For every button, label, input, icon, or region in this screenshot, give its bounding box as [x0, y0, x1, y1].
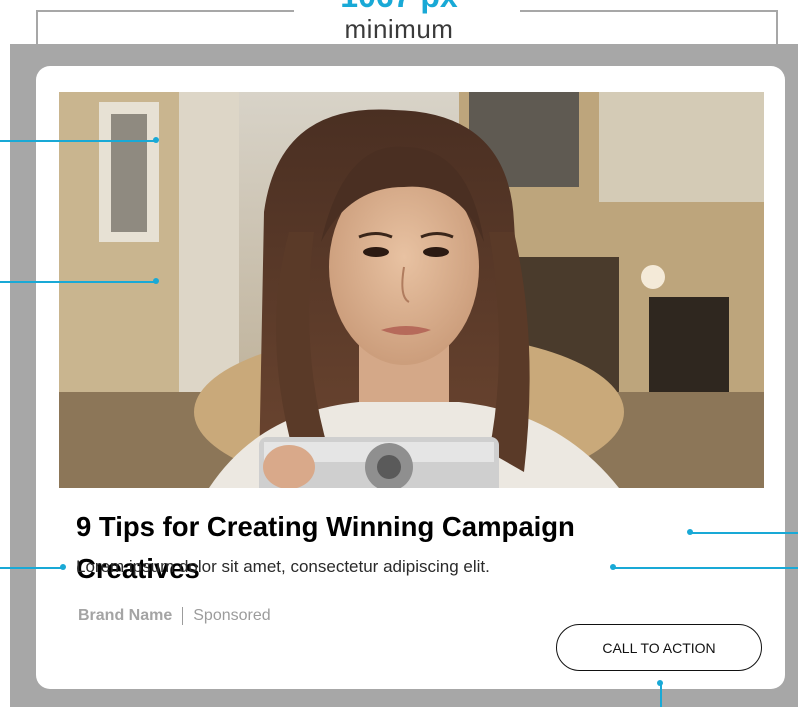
callout-line-image-middle [0, 281, 157, 283]
callout-line-cta [660, 683, 662, 707]
callout-line-image-top [0, 140, 157, 142]
callout-dot-cta [657, 680, 663, 686]
photo-illustration [59, 92, 764, 488]
width-label: 1067 px [0, 0, 798, 15]
sponsored-label: Sponsored [193, 607, 271, 624]
brand-separator [182, 607, 184, 625]
callout-line-headline [690, 532, 798, 534]
call-to-action-button[interactable]: CALL TO ACTION [556, 624, 762, 671]
callout-line-description-right [613, 567, 798, 569]
ad-description: Lorem ipsum dolor sit amet, consectetur … [76, 557, 490, 576]
callout-dot-image-middle [153, 278, 159, 284]
brand-name[interactable]: Brand Name [78, 607, 172, 625]
callout-line-description [0, 567, 64, 569]
callout-dot-description-left [60, 564, 66, 570]
minimum-label: minimum [344, 14, 454, 44]
callout-dot-description-right [610, 564, 616, 570]
callout-dot-image-top [153, 137, 159, 143]
brand-row: Brand Name Sponsored [78, 607, 271, 625]
ad-headline[interactable]: 9 Tips for Creating Winning Campaign Cre… [76, 506, 696, 590]
native-ad-card[interactable]: 9 Tips for Creating Winning Campaign Cre… [36, 66, 785, 689]
callout-dot-headline [687, 529, 693, 535]
ad-image[interactable] [59, 92, 764, 488]
